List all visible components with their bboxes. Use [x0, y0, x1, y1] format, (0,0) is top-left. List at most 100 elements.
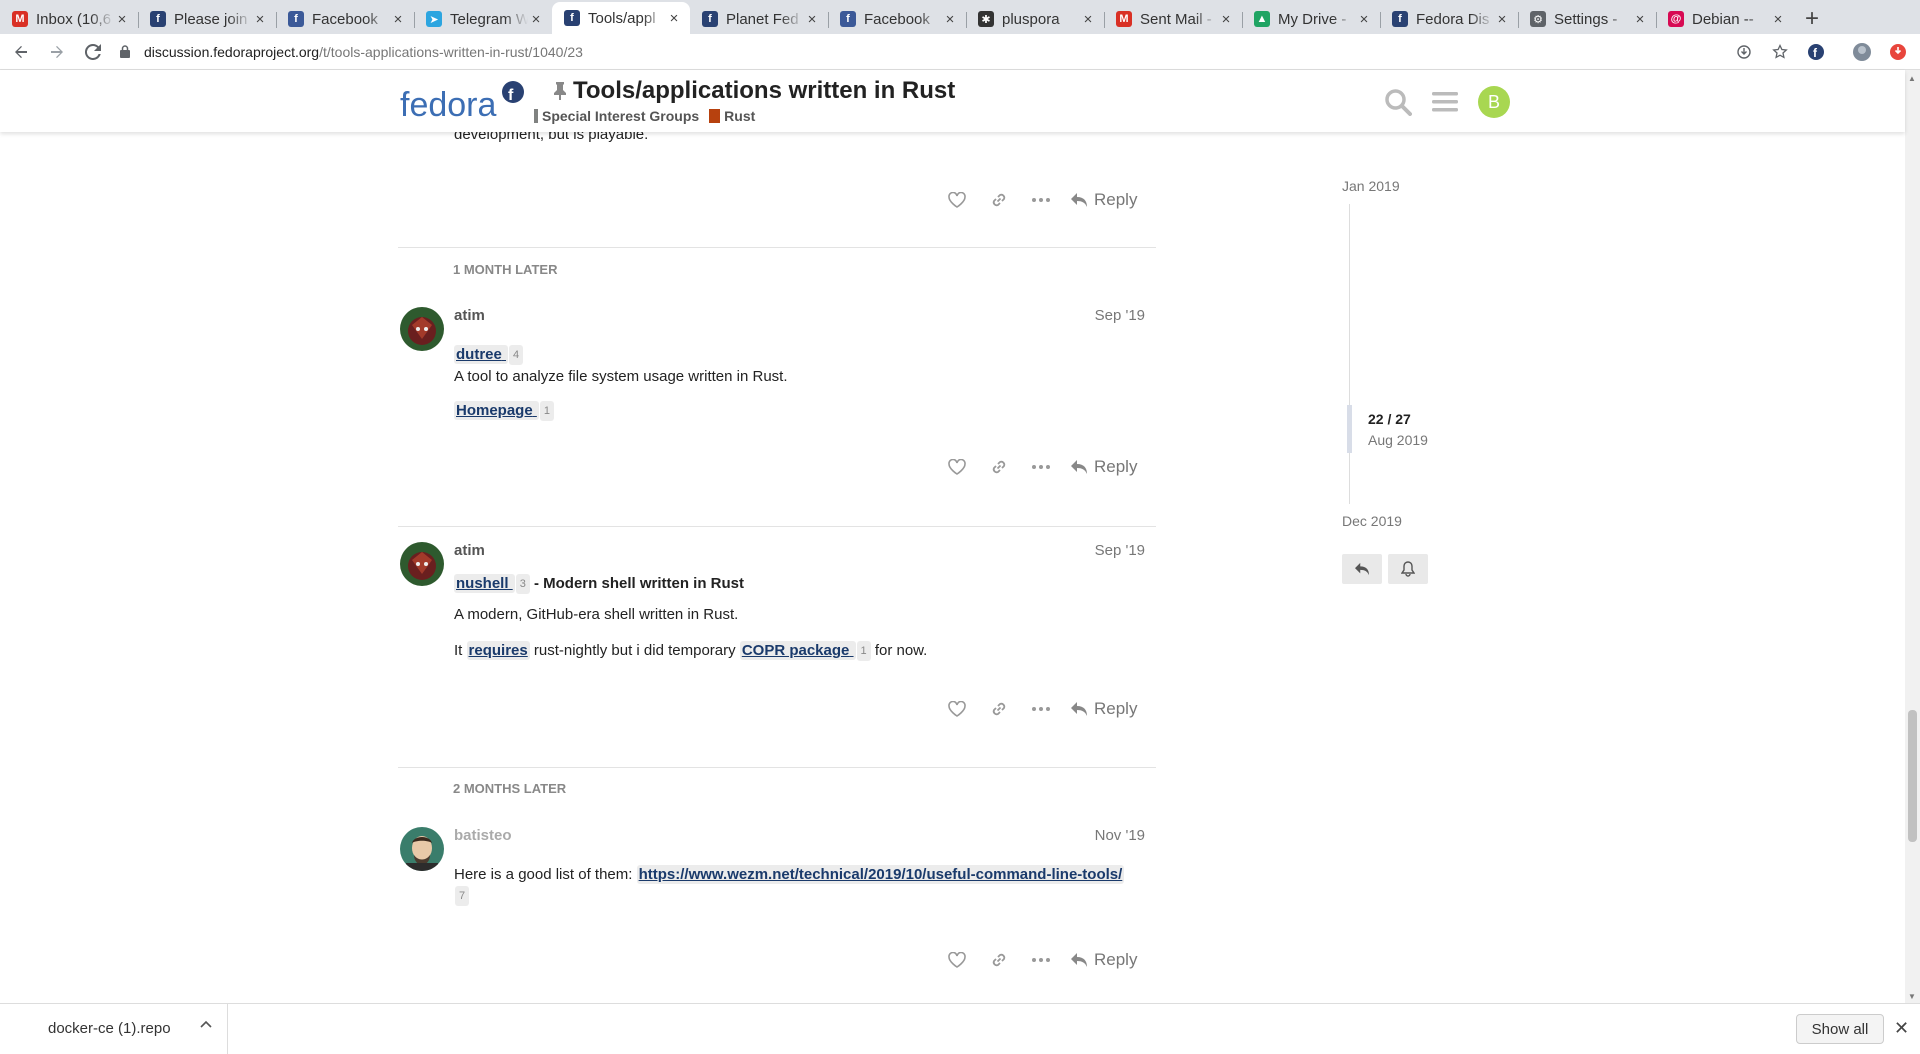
browser-tab[interactable]: f Facebook ×: [276, 4, 414, 34]
post-date[interactable]: Nov '19: [1095, 827, 1145, 844]
category-badge[interactable]: Rust: [709, 108, 755, 124]
tab-close-icon[interactable]: ×: [1080, 11, 1096, 28]
bookmark-star-icon[interactable]: [1770, 42, 1790, 62]
share-link-button[interactable]: [978, 945, 1020, 975]
post-date[interactable]: Sep '19: [1095, 307, 1145, 324]
browser-tab[interactable]: f Tools/appl ×: [552, 2, 690, 34]
fedora-icon: f: [1392, 11, 1408, 27]
search-icon[interactable]: [1384, 88, 1412, 116]
reply-button[interactable]: Reply: [1070, 699, 1137, 719]
browser-tab[interactable]: ➤ Telegram W ×: [414, 4, 552, 34]
post-author[interactable]: atim: [454, 307, 485, 324]
browser-tab[interactable]: f Please join ×: [138, 4, 276, 34]
reply-button[interactable]: Reply: [1070, 457, 1137, 477]
more-options-button[interactable]: [1020, 945, 1062, 975]
address-bar[interactable]: discussion.fedoraproject.org/t/tools-app…: [118, 37, 1734, 67]
avatar[interactable]: [400, 542, 444, 586]
like-button[interactable]: [936, 694, 978, 724]
back-button[interactable]: [6, 37, 36, 67]
browser-tab[interactable]: f Facebook ×: [828, 4, 966, 34]
more-options-button[interactable]: [1020, 185, 1062, 215]
tab-close-icon[interactable]: ×: [1218, 11, 1234, 28]
avatar[interactable]: [400, 827, 444, 871]
tab-close-icon[interactable]: ×: [114, 11, 130, 28]
reload-button[interactable]: [78, 37, 108, 67]
scroll-up-arrow-icon[interactable]: ▲: [1908, 74, 1916, 83]
post-date[interactable]: Sep '19: [1095, 542, 1145, 559]
site-header: fedora f Tools/applications written in R…: [0, 70, 1905, 132]
browser-tab[interactable]: ✱ pluspora ×: [966, 4, 1104, 34]
reply-button[interactable]: Reply: [1070, 950, 1137, 970]
like-button[interactable]: [936, 945, 978, 975]
gmail-icon: M: [1116, 11, 1132, 27]
tab-close-icon[interactable]: ×: [1632, 11, 1648, 28]
wezm-article-link[interactable]: https://www.wezm.net/technical/2019/10/u…: [636, 865, 1125, 884]
download-item[interactable]: docker-ce (1).repo: [0, 1003, 228, 1054]
browser-tab[interactable]: @ Debian -- ×: [1656, 4, 1794, 34]
more-options-button[interactable]: [1020, 452, 1062, 482]
tab-close-icon[interactable]: ×: [666, 10, 682, 27]
share-link-button[interactable]: [978, 185, 1020, 215]
install-app-icon[interactable]: [1734, 42, 1754, 62]
profile-avatar-icon[interactable]: [1852, 42, 1872, 62]
update-badge-icon[interactable]: [1888, 42, 1908, 62]
browser-tab[interactable]: f Fedora Dis ×: [1380, 4, 1518, 34]
post-author[interactable]: atim: [454, 542, 485, 559]
nushell-link[interactable]: nushell: [454, 574, 515, 593]
tab-close-icon[interactable]: ×: [1770, 11, 1786, 28]
timeline-notification-button[interactable]: [1388, 554, 1428, 584]
timeline-end-date[interactable]: Dec 2019: [1342, 513, 1402, 529]
fedora-logo[interactable]: fedora f: [400, 80, 530, 124]
tab-close-icon[interactable]: ×: [942, 11, 958, 28]
tab-close-icon[interactable]: ×: [804, 11, 820, 28]
hamburger-menu-icon[interactable]: [1432, 91, 1458, 113]
forward-button[interactable]: [42, 37, 72, 67]
chevron-up-icon[interactable]: [200, 1020, 212, 1028]
header-icons: B: [1384, 86, 1510, 118]
reply-button[interactable]: Reply: [1070, 190, 1137, 210]
link-click-count: 4: [509, 345, 524, 366]
time-gap-label: 1 MONTH LATER: [453, 262, 558, 277]
browser-tab[interactable]: M Sent Mail - ×: [1104, 4, 1242, 34]
tab-close-icon[interactable]: ×: [252, 11, 268, 28]
like-button[interactable]: [936, 185, 978, 215]
browser-tab[interactable]: ⚙ Settings - ×: [1518, 4, 1656, 34]
post-author[interactable]: batisteo: [454, 827, 512, 844]
like-button[interactable]: [936, 452, 978, 482]
timeline-reply-button[interactable]: [1342, 554, 1382, 584]
timeline-scroller-handle[interactable]: [1347, 405, 1352, 453]
tab-close-icon[interactable]: ×: [528, 11, 544, 28]
browser-tab[interactable]: f Planet Fed ×: [690, 4, 828, 34]
category-label: Rust: [724, 108, 756, 124]
tab-close-icon[interactable]: ×: [390, 11, 406, 28]
topic-title[interactable]: Tools/applications written in Rust: [553, 77, 955, 105]
scroll-down-arrow-icon[interactable]: ▼: [1908, 992, 1916, 1001]
dutree-link[interactable]: dutree: [454, 345, 509, 364]
avatar[interactable]: [400, 307, 444, 351]
category-badge[interactable]: Special Interest Groups: [534, 108, 699, 124]
timeline-start-date[interactable]: Jan 2019: [1342, 178, 1400, 194]
heart-icon: [948, 952, 966, 968]
fedora-extension-icon[interactable]: f: [1806, 42, 1826, 62]
timeline-rail[interactable]: [1349, 204, 1350, 504]
show-all-downloads-button[interactable]: Show all: [1796, 1014, 1884, 1044]
ellipsis-icon: [1032, 958, 1050, 962]
share-link-button[interactable]: [978, 694, 1020, 724]
tab-close-icon[interactable]: ×: [1356, 11, 1372, 28]
share-link-button[interactable]: [978, 452, 1020, 482]
requires-link[interactable]: requires: [466, 641, 530, 661]
homepage-link[interactable]: Homepage: [454, 401, 539, 421]
tab-close-icon[interactable]: ×: [1494, 11, 1510, 28]
user-avatar[interactable]: B: [1478, 86, 1510, 118]
new-tab-button[interactable]: +: [1794, 4, 1830, 34]
page-scrollbar[interactable]: ▲ ▼: [1905, 70, 1920, 1003]
copr-package-link[interactable]: COPR package: [739, 641, 856, 661]
lock-icon: [120, 45, 130, 58]
browser-tab[interactable]: M Inbox (10,6 ×: [0, 4, 138, 34]
more-options-button[interactable]: [1020, 694, 1062, 724]
post-23: atim Sep '19 nushell 3 - Modern shell wr…: [400, 542, 1155, 752]
reply-arrow-icon: [1071, 953, 1087, 967]
close-icon[interactable]: ✕: [1894, 1018, 1909, 1039]
browser-tab[interactable]: ▲ My Drive - ×: [1242, 4, 1380, 34]
scrollbar-thumb[interactable]: [1908, 710, 1917, 842]
